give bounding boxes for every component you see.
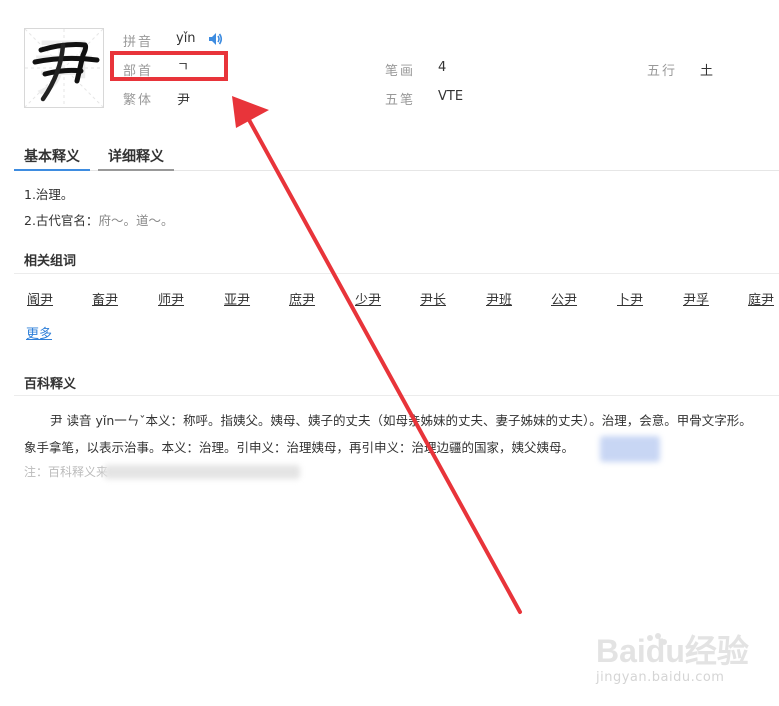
red-arrow-annotation	[232, 96, 522, 614]
watermark-logo-text: Baidu经验	[596, 633, 749, 669]
watermark-url: jingyan.baidu.com	[596, 670, 725, 685]
